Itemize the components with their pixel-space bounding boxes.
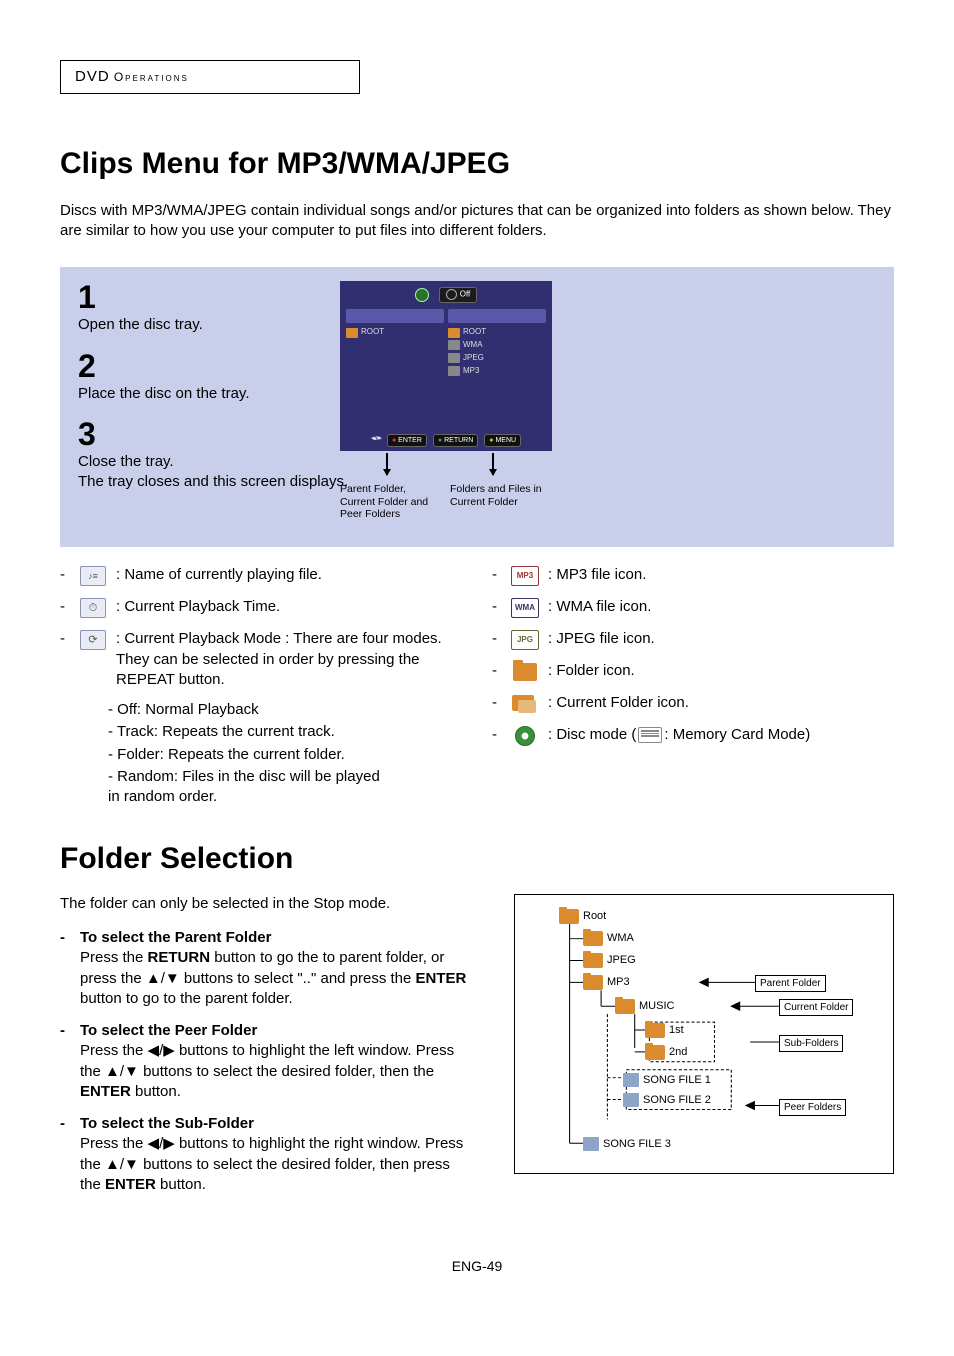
tree-wma: WMA (607, 931, 634, 946)
tree-1st: 1st (669, 1023, 684, 1038)
mock-left-pane: ROOT (346, 309, 444, 429)
tree-lbl-peer: Peer Folders (779, 1099, 846, 1117)
legend-mp3: - MP3 : MP3 file icon. (492, 565, 894, 587)
tree-music-icon (615, 999, 635, 1014)
tree-jpeg-icon (583, 953, 603, 968)
return-badge: ● RETURN (433, 434, 478, 447)
mock-root-left: ROOT (361, 327, 384, 338)
tree-root-icon (559, 909, 579, 924)
legend-time: - ⏱ : Current Playback Time. (60, 597, 462, 619)
legend-folder-text: : Folder icon. (548, 661, 894, 681)
clock-icon: ⏱ (80, 598, 106, 618)
menu-badge: ● MENU (484, 434, 521, 447)
caption-right: Folders and Files in Current Folder (450, 483, 546, 521)
tree-song3: SONG FILE 3 (603, 1137, 671, 1152)
tree-mp3-icon (583, 975, 603, 990)
legend-jpg-text: : JPEG file icon. (548, 629, 894, 649)
select-parent-head: To select the Parent Folder (80, 928, 474, 948)
icon-legend: - ♪≡ : Name of currently playing file. -… (60, 565, 894, 809)
tree-root: Root (583, 909, 606, 924)
section-header: DVD Operations (60, 60, 360, 94)
legend-disc-text: : Disc mode (: Memory Card Mode) (548, 725, 894, 745)
legend-mode: - ⟳ : Current Playback Mode : There are … (60, 629, 462, 690)
tree-2nd: 2nd (669, 1045, 687, 1060)
legend-wma-text: : WMA file icon. (548, 597, 894, 617)
off-badge: Off (439, 287, 478, 302)
tree-mp3: MP3 (607, 975, 630, 990)
folder-tree-diagram: Root WMA JPEG MP3 MUSIC 1st 2nd SONG FIL… (514, 894, 894, 1174)
tree-song2: SONG FILE 2 (643, 1093, 711, 1108)
legend-curfolder: - : Current Folder icon. (492, 693, 894, 715)
mock-root-right: ROOT (463, 327, 486, 338)
steps-panel: 1 Open the disc tray. 2 Place the disc o… (60, 267, 894, 547)
legend-wma: - WMA : WMA file icon. (492, 597, 894, 619)
folder-selection-title: Folder Selection (60, 839, 894, 880)
select-parent: - To select the Parent Folder Press the … (60, 928, 474, 1009)
memory-card-icon (638, 727, 662, 743)
legend-curfolder-text: : Current Folder icon. (548, 693, 894, 713)
current-folder-icon (512, 695, 538, 713)
mock-screen: Off ROOT ROOT WMA JPEG MP3 ◂▴▾▸ ● ENTER … (340, 281, 552, 451)
legend-mode-text: : Current Playback Mode : There are four… (116, 629, 462, 690)
tree-lbl-parent: Parent Folder (755, 975, 826, 993)
header-ops: Operations (114, 70, 189, 84)
mode-random: - Random: Files in the disc will be play… (108, 767, 462, 808)
wma-file-icon: WMA (511, 598, 539, 618)
mock-wma: WMA (463, 340, 483, 351)
legend-jpg: - JPG : JPEG file icon. (492, 629, 894, 651)
legend-playing-text: : Name of currently playing file. (116, 565, 462, 585)
header-dvd: DVD (75, 68, 110, 85)
tree-jpeg: JPEG (607, 953, 636, 968)
select-peer: - To select the Peer Folder Press the ◀/… (60, 1021, 474, 1102)
select-sub-head: To select the Sub-Folder (80, 1114, 474, 1134)
mode-track: - Track: Repeats the current track. (108, 722, 462, 742)
select-peer-head: To select the Peer Folder (80, 1021, 474, 1041)
arrow-left (386, 453, 396, 475)
mode-folder: - Folder: Repeats the current folder. (108, 745, 462, 765)
tree-song1-icon (623, 1073, 639, 1087)
tree-song3-icon (583, 1137, 599, 1151)
tree-1st-icon (645, 1023, 665, 1038)
tree-lbl-current: Current Folder (779, 999, 853, 1017)
caption-left: Parent Folder, Current Folder and Peer F… (340, 483, 436, 521)
mock-mp3: MP3 (463, 366, 479, 377)
select-sub: - To select the Sub-Folder Press the ◀/▶… (60, 1114, 474, 1195)
disc-icon (515, 726, 535, 746)
legend-playing: - ♪≡ : Name of currently playing file. (60, 565, 462, 587)
screenshot-area: Off ROOT ROOT WMA JPEG MP3 ◂▴▾▸ ● ENTER … (340, 281, 552, 521)
mode-off: - Off: Normal Playback (108, 700, 462, 720)
mock-right-pane: ROOT WMA JPEG MP3 (448, 309, 546, 429)
tree-music: MUSIC (639, 999, 674, 1014)
intro-text: Discs with MP3/WMA/JPEG contain individu… (60, 201, 894, 242)
page-number: ENG-49 (60, 1257, 894, 1276)
navpad-icon: ◂▴▾▸ (371, 434, 381, 447)
disc-mode-badge (415, 288, 429, 302)
legend-folder: - : Folder icon. (492, 661, 894, 683)
tree-lbl-sub: Sub-Folders (779, 1035, 843, 1053)
select-sub-body: Press the ◀/▶ buttons to highlight the r… (80, 1134, 474, 1195)
jpeg-file-icon: JPG (511, 630, 539, 650)
repeat-icon: ⟳ (80, 630, 106, 650)
tree-wma-icon (583, 931, 603, 946)
folder-icon (513, 663, 537, 681)
folder-para: The folder can only be selected in the S… (60, 894, 474, 914)
legend-mp3-text: : MP3 file icon. (548, 565, 894, 585)
legend-time-text: : Current Playback Time. (116, 597, 462, 617)
mp3-file-icon: MP3 (511, 566, 539, 586)
tree-2nd-icon (645, 1045, 665, 1060)
page-title: Clips Menu for MP3/WMA/JPEG (60, 144, 894, 185)
now-playing-icon: ♪≡ (80, 566, 106, 586)
tree-song1: SONG FILE 1 (643, 1073, 711, 1088)
select-peer-body: Press the ◀/▶ buttons to highlight the l… (80, 1041, 474, 1102)
enter-badge: ● ENTER (387, 434, 427, 447)
legend-disc: - : Disc mode (: Memory Card Mode) (492, 725, 894, 747)
arrow-right (492, 453, 502, 475)
tree-song2-icon (623, 1093, 639, 1107)
mock-jpeg: JPEG (463, 353, 484, 364)
select-parent-body: Press the RETURN button to go the to par… (80, 948, 474, 1009)
